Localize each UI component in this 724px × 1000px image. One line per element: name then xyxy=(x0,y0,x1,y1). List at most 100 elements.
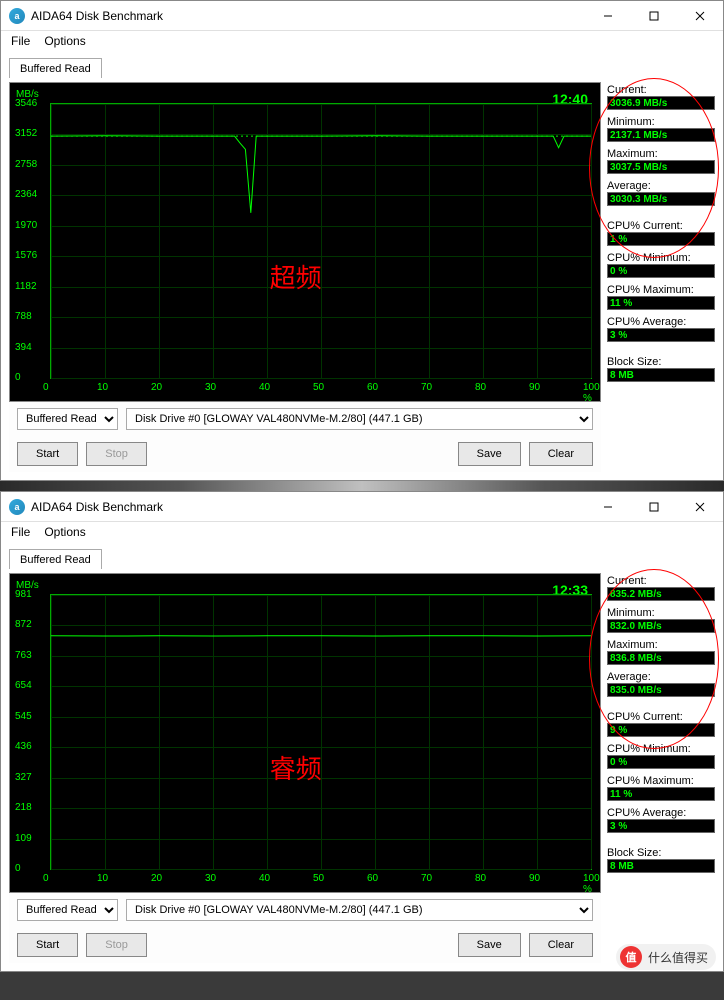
drive-select[interactable]: Disk Drive #0 [GLOWAY VAL480NVMe-M.2/80]… xyxy=(126,899,593,921)
stat-minimum-label: Minimum: xyxy=(607,607,715,619)
menu-file[interactable]: File xyxy=(11,525,30,539)
controls-bar: Buffered Read Disk Drive #0 [GLOWAY VAL4… xyxy=(9,402,601,436)
clear-button[interactable]: Clear xyxy=(529,933,593,957)
x-tick: 50 xyxy=(313,873,324,884)
x-tick: 50 xyxy=(313,382,324,393)
titlebar: a AIDA64 Disk Benchmark xyxy=(1,492,723,522)
stat-cpu-current-label: CPU% Current: xyxy=(607,220,715,232)
x-tick: 30 xyxy=(205,382,216,393)
y-tick: 1182 xyxy=(15,281,37,292)
mode-select[interactable]: Buffered Read xyxy=(17,408,118,430)
y-tick: 3152 xyxy=(15,128,37,139)
stat-average-label: Average: xyxy=(607,671,715,683)
stats-panel: Current:835.2 MB/s Minimum:832.0 MB/s Ma… xyxy=(607,573,715,963)
stat-maximum-label: Maximum: xyxy=(607,148,715,160)
y-tick: 763 xyxy=(15,650,32,661)
stat-cpu-average-label: CPU% Average: xyxy=(607,316,715,328)
x-tick: 70 xyxy=(421,382,432,393)
close-button[interactable] xyxy=(677,492,723,522)
x-tick: 10 xyxy=(97,382,108,393)
drive-select[interactable]: Disk Drive #0 [GLOWAY VAL480NVMe-M.2/80]… xyxy=(126,408,593,430)
stat-block-label: Block Size: xyxy=(607,356,715,368)
x-tick: 80 xyxy=(475,873,486,884)
stat-cpu-minimum-value: 0 % xyxy=(610,266,627,277)
benchmark-window-top: a AIDA64 Disk Benchmark File Options Buf… xyxy=(0,0,724,481)
stat-cpu-maximum-value: 11 % xyxy=(610,789,632,800)
clear-button[interactable]: Clear xyxy=(529,442,593,466)
stat-average-label: Average: xyxy=(607,180,715,192)
tabstrip: Buffered Read xyxy=(1,542,723,569)
app-icon: a xyxy=(9,499,25,515)
chart-area: MB/s 12:40 35463152275823641970157611827… xyxy=(9,82,601,402)
menu-options[interactable]: Options xyxy=(44,525,85,539)
x-tick: 70 xyxy=(421,873,432,884)
x-tick: 30 xyxy=(205,873,216,884)
y-tick: 981 xyxy=(15,589,32,600)
x-tick: 40 xyxy=(259,382,270,393)
menu-options[interactable]: Options xyxy=(44,34,85,48)
y-tick: 0 xyxy=(15,372,21,383)
stop-button: Stop xyxy=(86,933,147,957)
stat-cpu-minimum-label: CPU% Minimum: xyxy=(607,743,715,755)
close-button[interactable] xyxy=(677,1,723,31)
save-button[interactable]: Save xyxy=(458,442,521,466)
x-tick: 40 xyxy=(259,873,270,884)
x-tick: 90 xyxy=(529,873,540,884)
stat-cpu-current-value: 9 % xyxy=(610,725,627,736)
x-tick: 20 xyxy=(151,873,162,884)
x-tick: 90 xyxy=(529,382,540,393)
save-button[interactable]: Save xyxy=(458,933,521,957)
stat-average-value: 3030.3 MB/s xyxy=(610,194,667,205)
app-icon: a xyxy=(9,8,25,24)
stat-cpu-average-value: 3 % xyxy=(610,821,627,832)
window-title: AIDA64 Disk Benchmark xyxy=(31,500,585,514)
menubar: File Options xyxy=(1,31,723,51)
menubar: File Options xyxy=(1,522,723,542)
y-tick: 654 xyxy=(15,680,32,691)
x-tick: 10 xyxy=(97,873,108,884)
stat-cpu-maximum-label: CPU% Maximum: xyxy=(607,775,715,787)
stat-maximum-value: 3037.5 MB/s xyxy=(610,162,667,173)
stat-cpu-current-value: 1 % xyxy=(610,234,627,245)
stat-cpu-maximum-label: CPU% Maximum: xyxy=(607,284,715,296)
y-tick: 218 xyxy=(15,802,32,813)
tab-buffered-read[interactable]: Buffered Read xyxy=(9,58,102,79)
stat-block-value: 8 MB xyxy=(610,861,634,872)
titlebar: a AIDA64 Disk Benchmark xyxy=(1,1,723,31)
stat-current-value: 3036.9 MB/s xyxy=(610,98,667,109)
stat-cpu-maximum-value: 11 % xyxy=(610,298,632,309)
stat-current-label: Current: xyxy=(607,575,715,587)
stat-maximum-label: Maximum: xyxy=(607,639,715,651)
window-title: AIDA64 Disk Benchmark xyxy=(31,9,585,23)
menu-file[interactable]: File xyxy=(11,34,30,48)
mode-select[interactable]: Buffered Read xyxy=(17,899,118,921)
tab-buffered-read[interactable]: Buffered Read xyxy=(9,549,102,570)
y-tick: 545 xyxy=(15,711,32,722)
y-tick: 394 xyxy=(15,342,32,353)
start-button[interactable]: Start xyxy=(17,933,78,957)
controls-bar: Buffered Read Disk Drive #0 [GLOWAY VAL4… xyxy=(9,893,601,927)
stat-block-label: Block Size: xyxy=(607,847,715,859)
stats-panel: Current:3036.9 MB/s Minimum:2137.1 MB/s … xyxy=(607,82,715,472)
x-tick: 60 xyxy=(367,382,378,393)
stat-minimum-label: Minimum: xyxy=(607,116,715,128)
maximize-button[interactable] xyxy=(631,492,677,522)
watermark-icon: 值 xyxy=(620,946,642,968)
watermark-text: 什么值得买 xyxy=(648,949,708,966)
minimize-button[interactable] xyxy=(585,492,631,522)
minimize-button[interactable] xyxy=(585,1,631,31)
chart-area: MB/s 12:33 98187276365454543632721810900… xyxy=(9,573,601,893)
stat-minimum-value: 2137.1 MB/s xyxy=(610,130,667,141)
x-tick: 80 xyxy=(475,382,486,393)
maximize-button[interactable] xyxy=(631,1,677,31)
y-tick: 3546 xyxy=(15,98,37,109)
stat-block-value: 8 MB xyxy=(610,370,634,381)
stat-maximum-value: 836.8 MB/s xyxy=(610,653,662,664)
x-tick: 0 xyxy=(43,873,49,884)
y-tick: 788 xyxy=(15,311,32,322)
annotation-overclock: 超频 xyxy=(270,258,322,295)
y-tick: 1576 xyxy=(15,250,37,261)
stat-cpu-minimum-label: CPU% Minimum: xyxy=(607,252,715,264)
start-button[interactable]: Start xyxy=(17,442,78,466)
tabstrip: Buffered Read xyxy=(1,51,723,78)
